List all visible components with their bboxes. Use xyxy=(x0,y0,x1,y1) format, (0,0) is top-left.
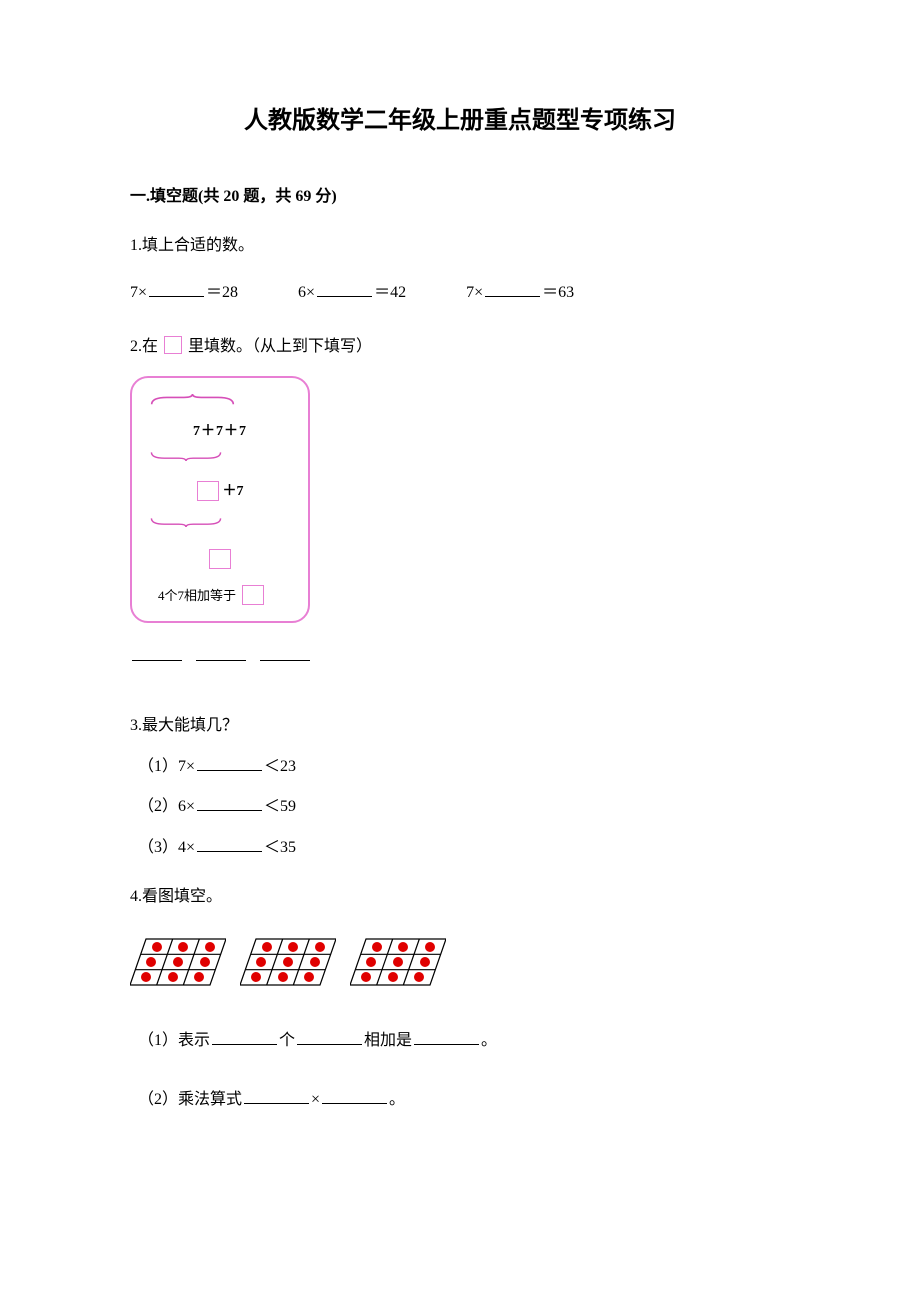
q3-sub-3-label: （3）4× xyxy=(138,839,195,856)
q3-sub-1-label: （1）7× xyxy=(138,758,195,775)
fill-blank[interactable] xyxy=(297,1029,362,1045)
question-4: 4.看图填空。 xyxy=(130,883,790,1114)
q1-item-1: 7× ＝28 xyxy=(130,279,238,308)
q2-prompt: 2.在 里填数。（从上到下填写） xyxy=(130,333,790,362)
q1-item-2-right: ＝42 xyxy=(374,284,406,301)
section-header: 一.填空题(共 20 题，共 69 分) xyxy=(130,183,790,212)
q2-box: 7＋7＋7 ＋7 4个7相加等于 xyxy=(130,376,310,623)
fill-blank[interactable] xyxy=(317,281,372,297)
q3-sub-1: （1）7× ＜23 xyxy=(138,753,790,782)
fill-blank[interactable] xyxy=(322,1088,387,1104)
q3-sub-3: （3）4× ＜35 xyxy=(138,834,790,863)
q1-items: 7× ＝28 6× ＝42 7× ＝63 xyxy=(130,279,790,308)
fill-blank[interactable] xyxy=(196,645,246,661)
q2-prompt-suffix: 里填数。（从上到下填写） xyxy=(188,338,372,355)
q2-line4: 4个7相加等于 xyxy=(150,584,290,607)
q1-item-1-left: 7× xyxy=(130,284,147,301)
q2-diagram: 7＋7＋7 ＋7 4个7相加等于 xyxy=(130,376,310,623)
fill-blank[interactable] xyxy=(197,795,262,811)
fill-blank[interactable] xyxy=(197,836,262,852)
q4-sub1-prefix: （1）表示 xyxy=(138,1032,210,1049)
q4-sub1-suffix: 。 xyxy=(481,1032,497,1049)
diamond-grid-2 xyxy=(240,937,336,987)
brace-bottom-icon xyxy=(150,450,222,462)
q4-sub2-prefix: （2）乘法算式 xyxy=(138,1091,242,1108)
q4-sub2-suffix: 。 xyxy=(389,1091,405,1108)
q3-sub-3-tail: ＜35 xyxy=(264,839,296,856)
fill-blank[interactable] xyxy=(197,755,262,771)
fill-blank[interactable] xyxy=(260,645,310,661)
q2-line4-prefix: 4个7相加等于 xyxy=(158,584,236,607)
q4-sub-2: （2）乘法算式 × 。 xyxy=(138,1086,790,1115)
q1-item-2-left: 6× xyxy=(298,284,315,301)
fill-box[interactable] xyxy=(242,585,264,605)
q2-line2: ＋7 xyxy=(150,477,290,506)
q1-item-2: 6× ＝42 xyxy=(298,279,406,308)
diamond-grid-1 xyxy=(130,937,226,987)
q3-sub-2-tail: ＜59 xyxy=(264,798,296,815)
box-icon xyxy=(164,336,182,354)
q1-item-3: 7× ＝63 xyxy=(466,279,574,308)
q2-line3 xyxy=(150,545,290,574)
fill-blank[interactable] xyxy=(244,1088,309,1104)
fill-box[interactable] xyxy=(197,481,219,501)
fill-blank[interactable] xyxy=(212,1029,277,1045)
q1-item-3-right: ＝63 xyxy=(542,284,574,301)
fill-blank[interactable] xyxy=(132,645,182,661)
q2-prompt-prefix: 2.在 xyxy=(130,338,158,355)
q4-sub-1: （1）表示 个 相加是 。 xyxy=(138,1027,790,1056)
page-title: 人教版数学二年级上册重点题型专项练习 xyxy=(130,100,790,143)
q4-prompt: 4.看图填空。 xyxy=(130,883,790,912)
q2-answer-blanks xyxy=(130,643,790,672)
fill-box[interactable] xyxy=(209,549,231,569)
q3-prompt: 3.最大能填几？ xyxy=(130,712,790,741)
question-1: 1.填上合适的数。 7× ＝28 6× ＝42 7× ＝63 xyxy=(130,232,790,308)
q1-item-3-left: 7× xyxy=(466,284,483,301)
diamond-grid-3 xyxy=(350,937,446,987)
q3-sub-2: （2）6× ＜59 xyxy=(138,793,790,822)
brace-top-icon xyxy=(150,394,235,406)
q1-item-1-right: ＝28 xyxy=(206,284,238,301)
q1-prompt: 1.填上合适的数。 xyxy=(130,232,790,261)
q2-line2-suffix: ＋7 xyxy=(223,484,244,499)
q4-sub2-mid: × xyxy=(311,1091,320,1108)
fill-blank[interactable] xyxy=(149,281,204,297)
brace-bottom-icon xyxy=(150,516,222,528)
question-2: 2.在 里填数。（从上到下填写） 7＋7＋7 ＋7 4个7相加等于 xyxy=(130,333,790,672)
fill-blank[interactable] xyxy=(485,281,540,297)
q3-sub-1-tail: ＜23 xyxy=(264,758,296,775)
q4-sub1-mid1: 个 xyxy=(279,1032,295,1049)
fill-blank[interactable] xyxy=(414,1029,479,1045)
q4-sub1-mid2: 相加是 xyxy=(364,1032,412,1049)
q2-line1: 7＋7＋7 xyxy=(150,419,290,444)
q4-figure-row xyxy=(130,937,790,987)
question-3: 3.最大能填几？ （1）7× ＜23 （2）6× ＜59 （3）4× ＜35 xyxy=(130,712,790,863)
q3-sub-2-label: （2）6× xyxy=(138,798,195,815)
